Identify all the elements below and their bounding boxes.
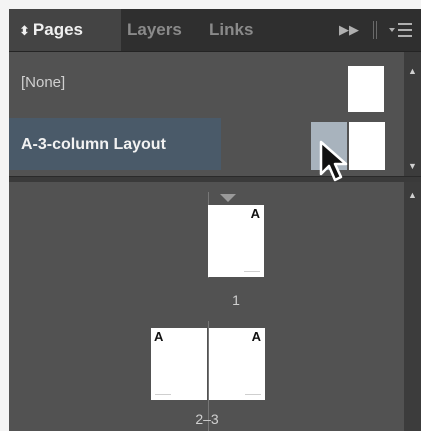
tab-layers-label: Layers	[127, 20, 182, 39]
masters-scrollbar[interactable]: ▲ ▼	[404, 52, 421, 176]
separator	[373, 9, 377, 51]
master-prefix: A	[251, 329, 261, 344]
panel-tab-bar: ⬍ Pages Layers Links ▶▶	[9, 9, 421, 52]
scroll-up-icon[interactable]: ▲	[404, 188, 421, 202]
tab-links-label: Links	[209, 20, 254, 39]
master-thumbnail-right-page[interactable]	[349, 122, 385, 170]
tab-links[interactable]: Links	[209, 9, 253, 51]
page-3-thumbnail[interactable]: A	[209, 328, 265, 400]
master-label: [None]	[21, 74, 66, 91]
master-item-none[interactable]: [None]	[9, 52, 404, 114]
double-chevron-right-icon[interactable]: ▶▶	[339, 9, 359, 51]
panel-menu-icon[interactable]	[387, 9, 417, 51]
up-down-arrows-icon: ⬍	[19, 23, 30, 38]
tab-layers[interactable]: Layers	[127, 9, 182, 51]
tab-pages[interactable]: ⬍ Pages	[9, 9, 121, 51]
master-label: A-3-column Layout	[21, 136, 166, 153]
page-footer-mark	[155, 394, 171, 395]
page-2-thumbnail[interactable]: A	[151, 328, 207, 400]
current-page-marker-icon	[220, 194, 236, 202]
scroll-up-icon[interactable]: ▲	[404, 64, 421, 78]
master-prefix: A	[250, 206, 260, 221]
scroll-down-icon[interactable]: ▼	[404, 159, 421, 173]
spread-number-label: 2–3	[195, 411, 219, 427]
page-number-label: 1	[232, 292, 240, 308]
master-thumbnail-left-page[interactable]	[311, 122, 347, 170]
page-footer-mark	[245, 394, 261, 395]
masters-list: [None] A-3-column Layout	[9, 52, 404, 176]
master-prefix: A	[154, 329, 164, 344]
master-thumbnail[interactable]	[348, 66, 384, 112]
pages-panel: ⬍ Pages Layers Links ▶▶ [None] A-3-colum…	[9, 9, 421, 431]
page-footer-mark	[244, 271, 260, 272]
page-1-thumbnail[interactable]: A	[208, 205, 264, 277]
master-item-a-3-column[interactable]: A-3-column Layout	[9, 114, 404, 176]
document-pages-area: A 1 A A 2–3	[9, 182, 404, 431]
tab-pages-label: Pages	[32, 20, 83, 39]
pages-scrollbar[interactable]: ▲	[404, 182, 421, 431]
